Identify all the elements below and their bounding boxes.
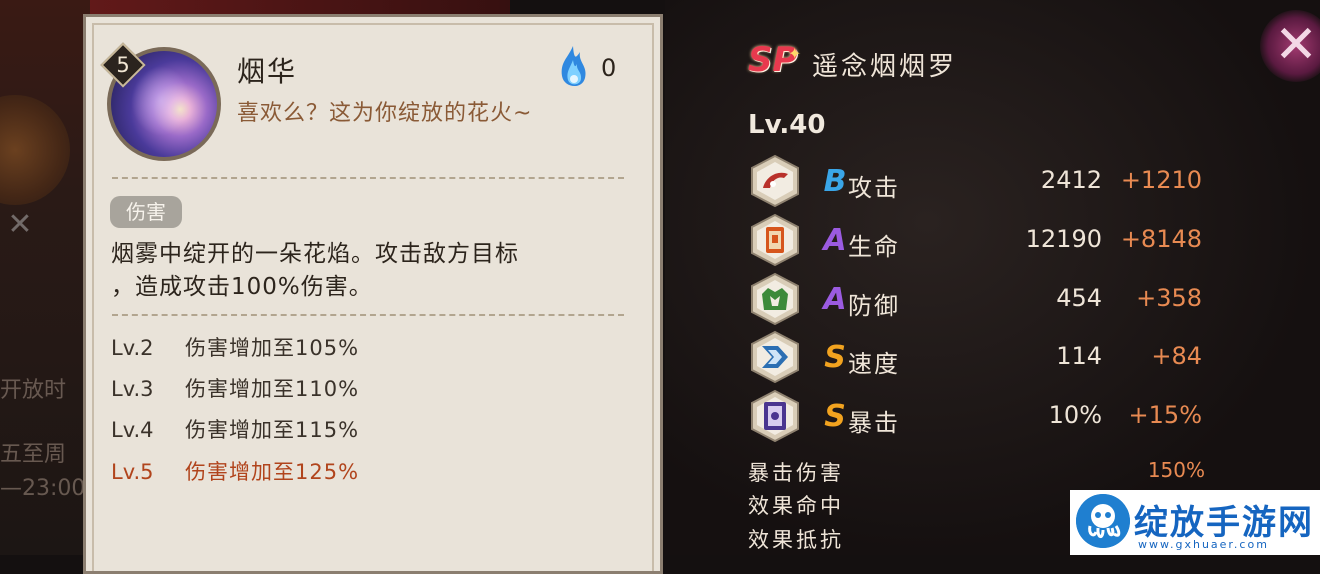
upgrade-row-current: Lv.5 伤害增加至125%	[111, 456, 359, 486]
onibi-fire-icon	[561, 46, 586, 87]
stat-base-value: 12190	[1025, 225, 1102, 253]
stat-grade: A	[823, 223, 847, 258]
background-text: —23:00	[0, 476, 86, 501]
upgrade-level: Lv.5	[111, 460, 154, 484]
upgrade-text: 伤害增加至115%	[185, 418, 360, 442]
extra-stat-value: 150%	[1147, 458, 1205, 482]
extra-stat-name: 暴击伤害	[748, 461, 844, 485]
upgrade-text: 伤害增加至110%	[185, 377, 360, 401]
extra-stat-name: 效果命中	[748, 494, 844, 518]
skill-description-line: 烟雾中绽开的一朵花焰。攻击敌方目标	[111, 241, 519, 267]
stat-bonus-value: +358	[1136, 284, 1202, 312]
attack-icon	[751, 154, 799, 208]
watermark-url: www.gxhuaer.com	[1138, 538, 1269, 551]
defense-icon	[751, 272, 799, 326]
stat-name: 速度	[848, 350, 900, 378]
upgrade-row: Lv.2 伤害增加至105%	[111, 332, 359, 362]
watermark-octopus-icon	[1076, 494, 1130, 548]
upgrade-row: Lv.4 伤害增加至115%	[111, 414, 359, 444]
stat-name: 攻击	[848, 174, 900, 202]
skill-type-tag: 伤害	[110, 196, 182, 228]
stat-base-value: 2412	[1040, 166, 1102, 194]
skill-level-number: 5	[116, 53, 130, 77]
stat-grade: S	[824, 399, 846, 434]
fire-cost: 0	[601, 54, 617, 82]
stat-bonus-value: +15%	[1128, 401, 1202, 429]
shikigami-name: 遥念烟烟罗	[812, 52, 958, 82]
divider	[112, 177, 624, 179]
background-left-panel: ✕ 开放时 五至周 —23:00	[0, 0, 90, 555]
stat-base-value: 454	[1056, 284, 1102, 312]
stat-bonus-value: +84	[1151, 342, 1202, 370]
skill-description-line: ，造成攻击100%伤害。	[111, 274, 373, 300]
upgrade-text: 伤害增加至105%	[185, 336, 360, 360]
upgrade-level: Lv.4	[111, 418, 154, 442]
upgrade-row: Lv.3 伤害增加至110%	[111, 373, 359, 403]
crit-icon	[751, 389, 799, 443]
stat-name: 生命	[848, 233, 900, 261]
stat-name: 防御	[848, 292, 900, 320]
stat-base-value: 114	[1056, 342, 1102, 370]
background-close-icon: ✕	[7, 207, 33, 242]
stat-grade: B	[823, 164, 847, 199]
speed-icon	[751, 330, 799, 384]
watermark: 绽放手游网 www.gxhuaer.com	[1070, 490, 1320, 555]
shikigami-level: Lv.40	[748, 110, 826, 140]
hp-icon	[751, 213, 799, 267]
extra-stat-name: 效果抵抗	[748, 528, 844, 552]
stat-bonus-value: +1210	[1120, 166, 1202, 194]
upgrade-level: Lv.2	[111, 336, 154, 360]
background-medallion	[0, 95, 70, 205]
skill-quote: 喜欢么？这为你绽放的花火~	[237, 101, 533, 126]
stat-base-value: 10%	[1048, 401, 1102, 429]
upgrade-level: Lv.3	[111, 377, 154, 401]
upgrade-text: 伤害增加至125%	[185, 460, 360, 484]
stat-bonus-value: +8148	[1120, 225, 1202, 253]
divider	[112, 314, 624, 316]
watermark-text: 绽放手游网	[1134, 503, 1314, 543]
stat-name: 暴击	[848, 409, 900, 437]
skill-name: 烟华	[237, 55, 298, 88]
background-text: 开放时	[0, 378, 67, 403]
background-text: 五至周	[0, 442, 67, 467]
stat-grade: A	[823, 282, 847, 317]
sparkle-icon: ✦	[788, 44, 802, 63]
stat-grade: S	[824, 340, 846, 375]
